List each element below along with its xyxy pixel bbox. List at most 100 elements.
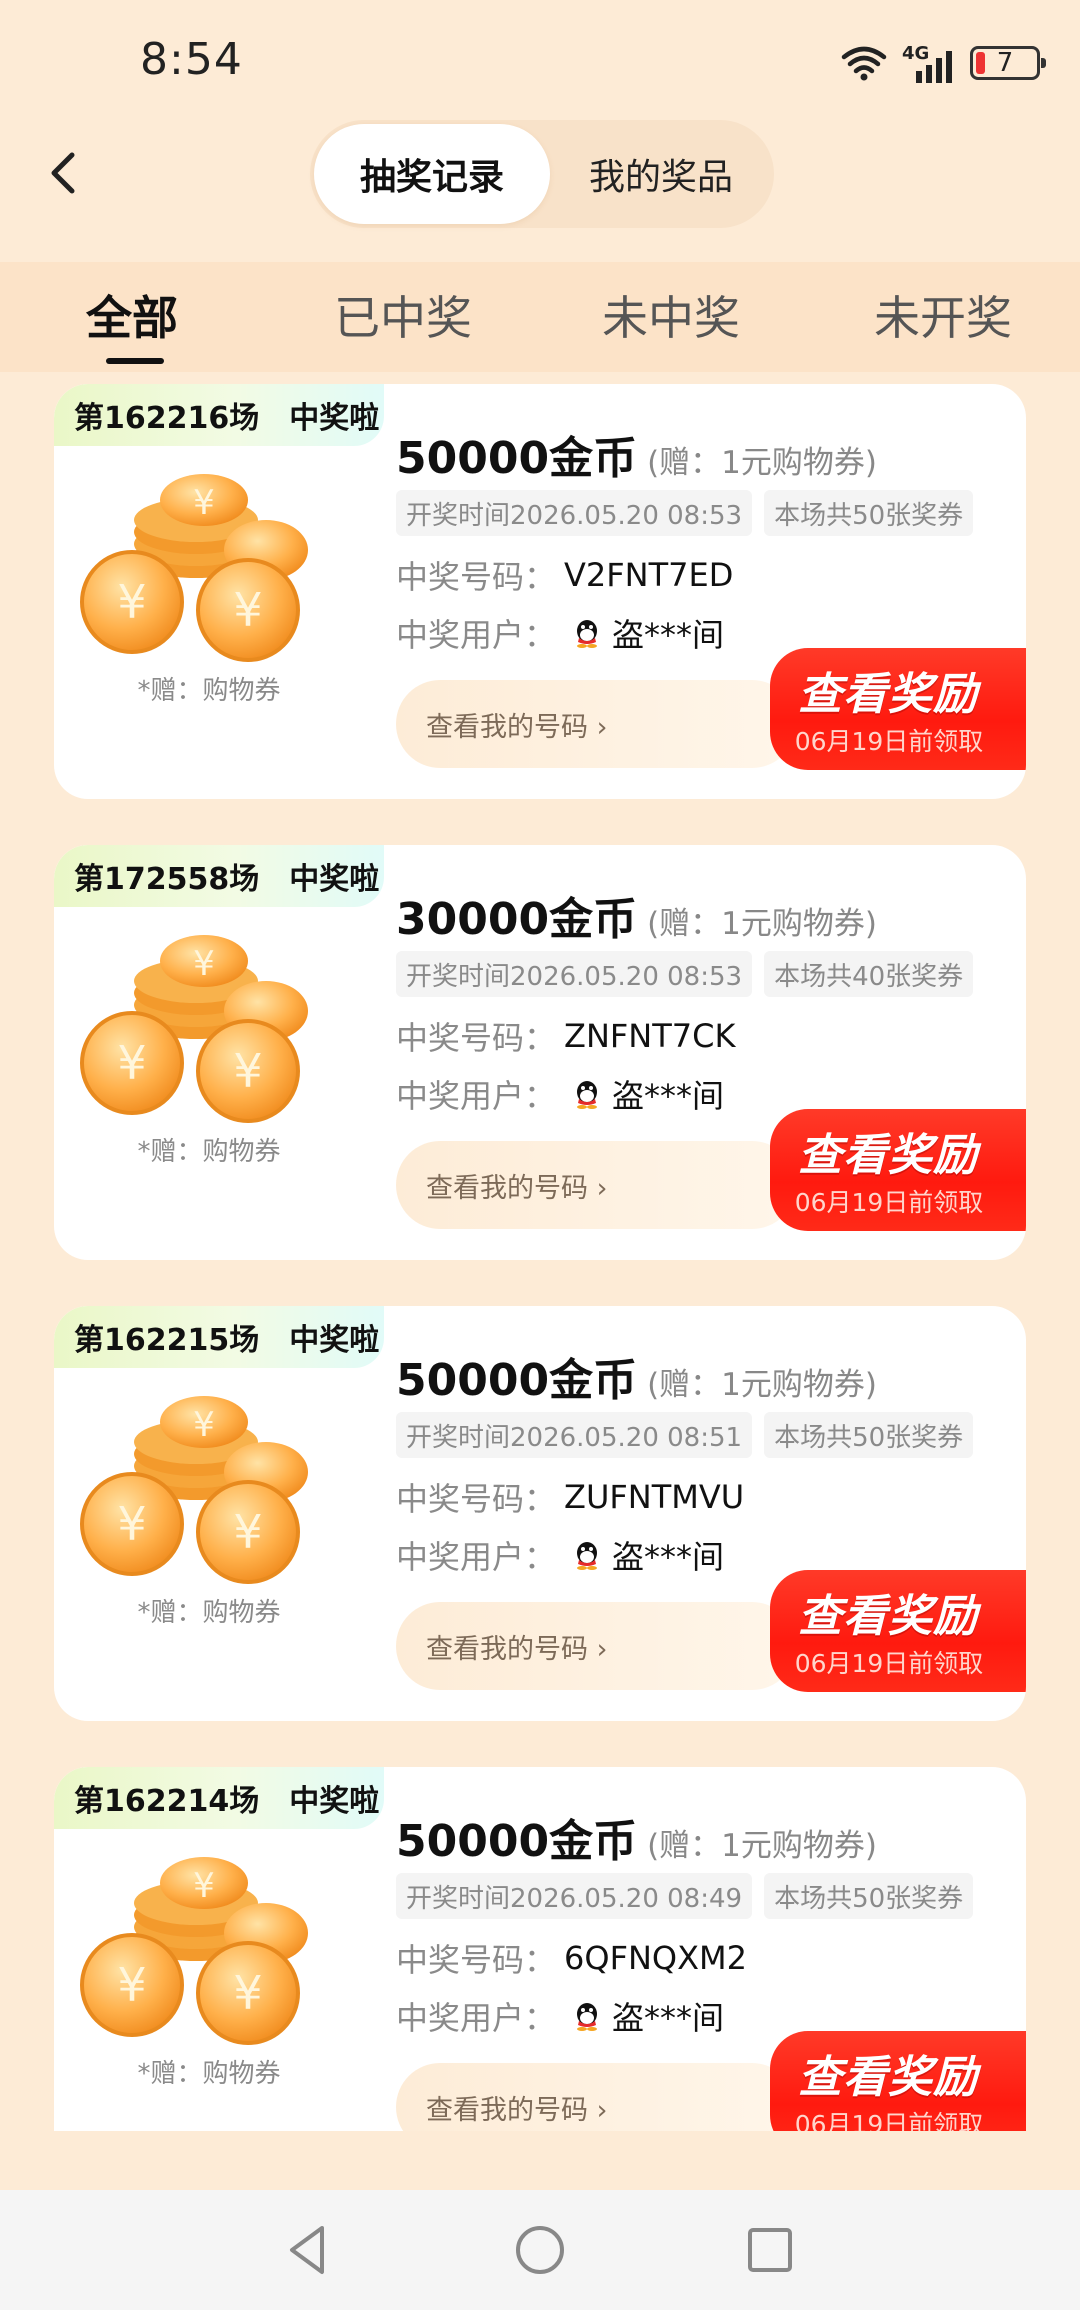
svg-text:¥: ¥: [233, 1044, 262, 1098]
gift-note: *赠：购物券: [137, 676, 281, 706]
segment-draw-records[interactable]: 抽奖记录: [314, 124, 550, 224]
draw-time-pill: 开奖时间2026.05.20 08:53: [396, 490, 753, 536]
gold-coins-icon: ¥ ¥ ¥: [80, 1857, 308, 2045]
winning-code: V2FNT7ED: [564, 556, 734, 594]
view-reward-label: 查看奖励: [798, 1591, 978, 1642]
win-status: 中奖啦: [289, 862, 380, 897]
gold-coins-icon: ¥ ¥ ¥: [80, 935, 308, 1123]
winning-code-row: 中奖号码： 6QFNQXM2: [396, 1935, 747, 1981]
record-card: 第162216场 中奖啦 ¥ ¥ ¥ *赠：购物券 50000金币 (赠：1元购物…: [54, 384, 1026, 799]
winning-code-row: 中奖号码： ZUFNTMVU: [396, 1474, 744, 1520]
round-number: 第162215场: [74, 1323, 260, 1358]
svg-text:¥: ¥: [193, 483, 215, 523]
round-number: 第172558场: [74, 862, 260, 897]
prize-bonus: (赠：1元购物券): [647, 1367, 877, 1403]
svg-text:¥: ¥: [233, 583, 262, 637]
winning-user-label: 中奖用户：: [396, 1999, 557, 2037]
round-tag: 第162215场 中奖啦: [54, 1306, 384, 1368]
nav-home-icon[interactable]: [510, 2220, 570, 2280]
prize-amount: 50000金币: [396, 1355, 638, 1406]
win-status: 中奖啦: [289, 1323, 380, 1358]
view-reward-label: 查看奖励: [798, 2052, 978, 2103]
round-tag: 第172558场 中奖啦: [54, 845, 384, 907]
battery-level: 7: [996, 48, 1014, 78]
status-bar: 8:54 4G 7: [0, 0, 1080, 120]
round-number: 第162216场: [74, 401, 260, 436]
claim-deadline: 06月19日前领取: [794, 1649, 984, 1678]
view-reward-button[interactable]: 查看奖励 06月19日前领取: [770, 648, 1026, 770]
prize-bonus: (赠：1元购物券): [647, 906, 877, 942]
info-pills: 开奖时间2026.05.20 08:53 本场共40张奖券: [396, 951, 974, 997]
wifi-icon: [841, 46, 887, 81]
winning-code: ZNFNT7CK: [564, 1017, 736, 1055]
draw-time-pill: 开奖时间2026.05.20 08:51: [396, 1412, 753, 1458]
prize-bonus: (赠：1元购物券): [647, 445, 877, 481]
view-reward-button[interactable]: 查看奖励 06月19日前领取: [770, 1570, 1026, 1692]
prize-title: 50000金币 (赠：1元购物券): [396, 1805, 877, 1869]
tab-won[interactable]: 已中奖: [334, 282, 472, 348]
svg-text:¥: ¥: [117, 1958, 146, 2012]
nav-back-icon[interactable]: [280, 2220, 340, 2280]
ticket-count-pill: 本场共50张奖券: [764, 1873, 974, 1919]
info-pills: 开奖时间2026.05.20 08:51 本场共50张奖券: [396, 1412, 974, 1458]
view-reward-label: 查看奖励: [798, 1130, 978, 1181]
chevron-left-icon: [51, 152, 75, 194]
active-tab-indicator: [106, 358, 164, 364]
prize-title: 50000金币 (赠：1元购物券): [396, 1344, 877, 1408]
round-number: 第162214场: [74, 1784, 260, 1819]
claim-deadline: 06月19日前领取: [794, 727, 984, 756]
winning-user: 盗***间: [612, 1077, 725, 1115]
view-my-codes-button[interactable]: 查看我的号码 ›: [396, 680, 796, 768]
winning-user-label: 中奖用户：: [396, 1077, 557, 1115]
winning-code-label: 中奖号码：: [396, 1019, 557, 1057]
gift-note: *赠：购物券: [137, 1137, 281, 1167]
prize-title: 50000金币 (赠：1元购物券): [396, 422, 877, 486]
prize-amount: 50000金币: [396, 1816, 638, 1867]
winning-user-label: 中奖用户：: [396, 1538, 557, 1576]
qq-avatar-icon: [577, 620, 598, 648]
svg-text:¥: ¥: [233, 1966, 262, 2020]
battery-icon: 7: [970, 46, 1046, 80]
winning-user-label: 中奖用户：: [396, 616, 557, 654]
segment-switcher: 抽奖记录 我的奖品: [310, 120, 774, 228]
nav-recents-icon[interactable]: [740, 2220, 800, 2280]
draw-time-pill: 开奖时间2026.05.20 08:53: [396, 951, 753, 997]
status-icons: 4G 7: [840, 38, 1046, 88]
winning-code-label: 中奖号码：: [396, 558, 557, 596]
svg-text:¥: ¥: [117, 1036, 146, 1090]
round-tag: 第162216场 中奖啦: [54, 384, 384, 446]
round-tag: 第162214场 中奖啦: [54, 1767, 384, 1829]
gift-note: *赠：购物券: [137, 2059, 281, 2089]
winning-user: 盗***间: [612, 1999, 725, 2037]
prize-amount: 50000金币: [396, 433, 638, 484]
winning-code-row: 中奖号码： ZNFNT7CK: [396, 1013, 735, 1059]
svg-text:¥: ¥: [117, 575, 146, 629]
view-my-codes-button[interactable]: 查看我的号码 ›: [396, 1602, 796, 1690]
winning-code-row: 中奖号码： V2FNT7ED: [396, 552, 733, 598]
ticket-count-pill: 本场共50张奖券: [764, 490, 974, 536]
qq-avatar-icon: [577, 1542, 598, 1570]
ticket-count-pill: 本场共40张奖券: [764, 951, 974, 997]
tab-all[interactable]: 全部: [86, 282, 178, 348]
tab-not-won[interactable]: 未中奖: [602, 282, 740, 348]
cellular-signal-icon: 4G: [902, 43, 956, 83]
system-nav-bar: [0, 2190, 1080, 2310]
claim-deadline: 06月19日前领取: [794, 1188, 984, 1217]
win-status: 中奖啦: [289, 1784, 380, 1819]
view-my-codes-button[interactable]: 查看我的号码 ›: [396, 2063, 796, 2131]
svg-text:¥: ¥: [193, 944, 215, 984]
records-list[interactable]: 第162216场 中奖啦 ¥ ¥ ¥ *赠：购物券 50000金币 (赠：1元购物…: [54, 384, 1026, 2131]
winning-code-label: 中奖号码：: [396, 1480, 557, 1518]
view-my-codes-button[interactable]: 查看我的号码 ›: [396, 1141, 796, 1229]
winning-user-row: 中奖用户： 盗***间: [396, 1993, 724, 2039]
back-button[interactable]: [38, 148, 88, 198]
segment-my-prizes[interactable]: 我的奖品: [550, 124, 772, 224]
tab-not-drawn[interactable]: 未开奖: [874, 282, 1012, 348]
ticket-count-pill: 本场共50张奖券: [764, 1412, 974, 1458]
winning-user-row: 中奖用户： 盗***间: [396, 1071, 724, 1117]
gold-coins-icon: ¥ ¥ ¥: [80, 1396, 308, 1584]
prize-amount: 30000金币: [396, 894, 638, 945]
view-reward-button[interactable]: 查看奖励 06月19日前领取: [770, 2031, 1026, 2131]
view-reward-button[interactable]: 查看奖励 06月19日前领取: [770, 1109, 1026, 1231]
winning-code: 6QFNQXM2: [564, 1939, 747, 1977]
